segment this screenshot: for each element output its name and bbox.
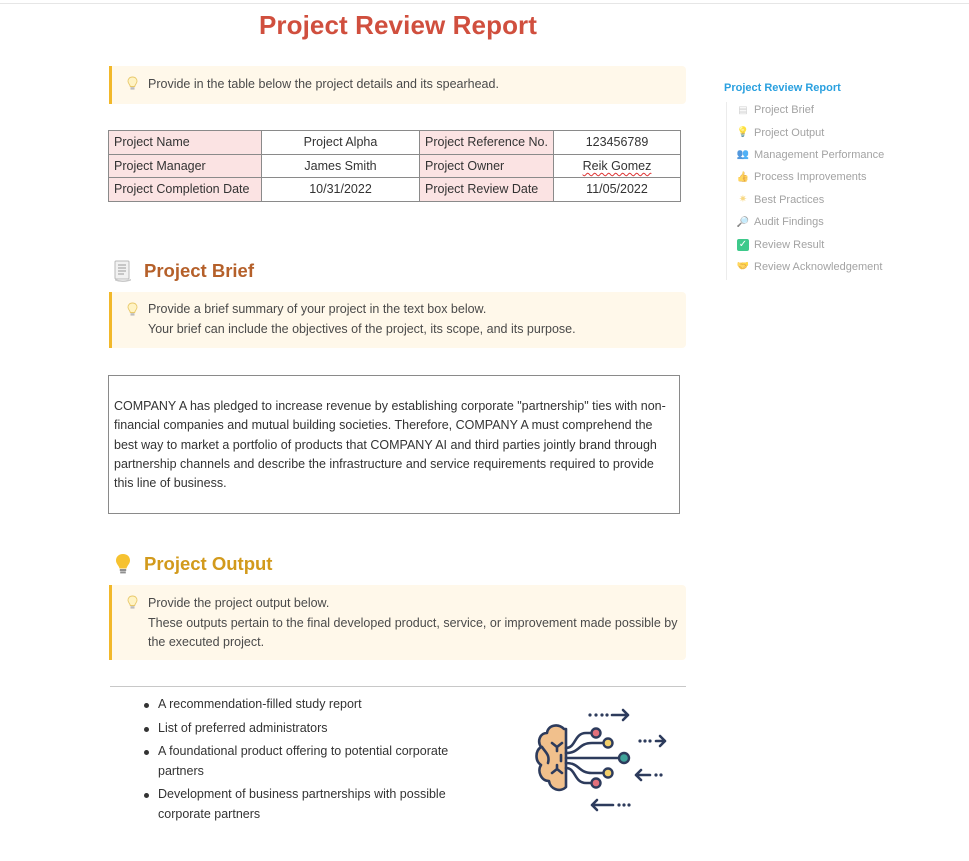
magnifier-icon: 🔎 — [736, 216, 750, 228]
thumbs-up-icon: 👍 — [736, 171, 750, 183]
project-brief-heading: Project Brief — [112, 259, 254, 283]
output-callout: Provide the project output below. These … — [109, 585, 686, 660]
project-details-table: Project Name Project Alpha Project Refer… — [108, 130, 681, 202]
toc-item-review-acknowledgement[interactable]: 🤝 Review Acknowledgement — [737, 256, 924, 278]
table-value[interactable]: 11/05/2022 — [553, 177, 681, 202]
toc-item-review-result[interactable]: ✓ Review Result — [737, 233, 924, 255]
check-box-icon: ✓ — [737, 238, 749, 251]
table-label: Project Name — [108, 130, 262, 155]
toc-item-project-output[interactable]: 💡 Project Output — [737, 121, 924, 143]
people-icon: 👥 — [736, 149, 750, 161]
brief-body: COMPANY A has pledged to increase revenu… — [114, 399, 666, 491]
heading-text: Project Output — [144, 553, 273, 574]
toc-item-project-brief[interactable]: ▤ Project Brief — [737, 99, 924, 121]
list-item: Development of business partnerships wit… — [140, 785, 480, 824]
table-label: Project Completion Date — [108, 177, 262, 202]
details-callout: Provide in the table below the project d… — [109, 66, 686, 104]
handshake-icon: 🤝 — [736, 261, 750, 273]
toc-item-label: Project Output — [754, 126, 825, 139]
toc-item-audit-findings[interactable]: 🔎 Audit Findings — [737, 211, 924, 233]
table-value[interactable]: James Smith — [261, 153, 420, 179]
table-label: Project Reference No. — [419, 130, 554, 155]
toc-item-process-improvements[interactable]: 👍 Process Improvements — [737, 166, 924, 188]
project-output-heading: Project Output — [112, 552, 272, 576]
table-value[interactable]: Reik Gomez — [553, 153, 681, 179]
toc-item-label: Process Improvements — [754, 171, 867, 184]
table-label: Project Manager — [108, 153, 262, 179]
toc-title-link[interactable]: Project Review Report — [724, 82, 924, 94]
callout-line: Your brief can include the objectives of… — [148, 321, 576, 336]
toc-item-label: Best Practices — [754, 193, 825, 206]
table-of-contents: Project Review Report ▤ Project Brief 💡 Pro… — [724, 82, 924, 280]
toc-item-label: Project Brief — [754, 104, 814, 117]
brief-text-box[interactable]: COMPANY A has pledged to increase revenu… — [108, 375, 680, 514]
toc-item-management-performance[interactable]: 👥 Management Performance — [737, 144, 924, 166]
list-item: A recommendation-filled study report — [140, 695, 480, 715]
toc-item-label: Management Performance — [754, 148, 885, 161]
page-icon — [114, 260, 131, 282]
page-title: Project Review Report — [258, 10, 538, 40]
top-border — [0, 3, 969, 4]
callout-line: Provide a brief summary of your project … — [148, 302, 487, 316]
table-row: Project Name Project Alpha Project Refer… — [108, 130, 681, 155]
list-item: A foundational product offering to poten… — [140, 742, 480, 781]
table-row: Project Manager James Smith Project Owne… — [108, 153, 681, 179]
page-icon: ▤ — [738, 104, 748, 116]
callout-line: These outputs pertain to the final devel… — [148, 615, 678, 650]
sparkle-icon: ✷ — [738, 194, 748, 206]
lightbulb-icon — [116, 554, 130, 574]
toc-item-best-practices[interactable]: ✷ Best Practices — [737, 189, 924, 211]
table-value[interactable]: 123456789 — [553, 130, 681, 155]
brain-network-icon — [535, 708, 667, 812]
lightbulb-hint-icon — [127, 595, 138, 609]
section-divider — [110, 686, 686, 687]
toc-item-label: Review Acknowledgement — [754, 260, 883, 273]
table-row: Project Completion Date 10/31/2022 Proje… — [108, 177, 681, 202]
callout-line: Provide in the table below the project d… — [148, 77, 499, 91]
callout-line: Provide the project output below. — [148, 596, 330, 610]
toc-item-label: Audit Findings — [754, 216, 824, 229]
lightbulb-hint-icon — [127, 76, 138, 90]
list-item: List of preferred administrators — [140, 719, 480, 739]
table-label: Project Review Date — [419, 177, 554, 202]
lightbulb-icon: 💡 — [736, 127, 750, 139]
toc-item-label: Review Result — [754, 238, 825, 251]
table-value[interactable]: 10/31/2022 — [261, 177, 420, 202]
heading-text: Project Brief — [144, 260, 255, 281]
brief-callout: Provide a brief summary of your project … — [109, 292, 686, 348]
lightbulb-hint-icon — [127, 302, 138, 316]
project-owner-value: Reik Gomez — [582, 158, 652, 173]
table-label: Project Owner — [419, 153, 554, 179]
table-value[interactable]: Project Alpha — [261, 130, 420, 155]
toc-list: ▤ Project Brief 💡 Project Output 👥 Management… — [724, 99, 924, 278]
toc-rail — [726, 102, 727, 280]
output-list: A recommendation-filled study report Lis… — [140, 695, 480, 828]
